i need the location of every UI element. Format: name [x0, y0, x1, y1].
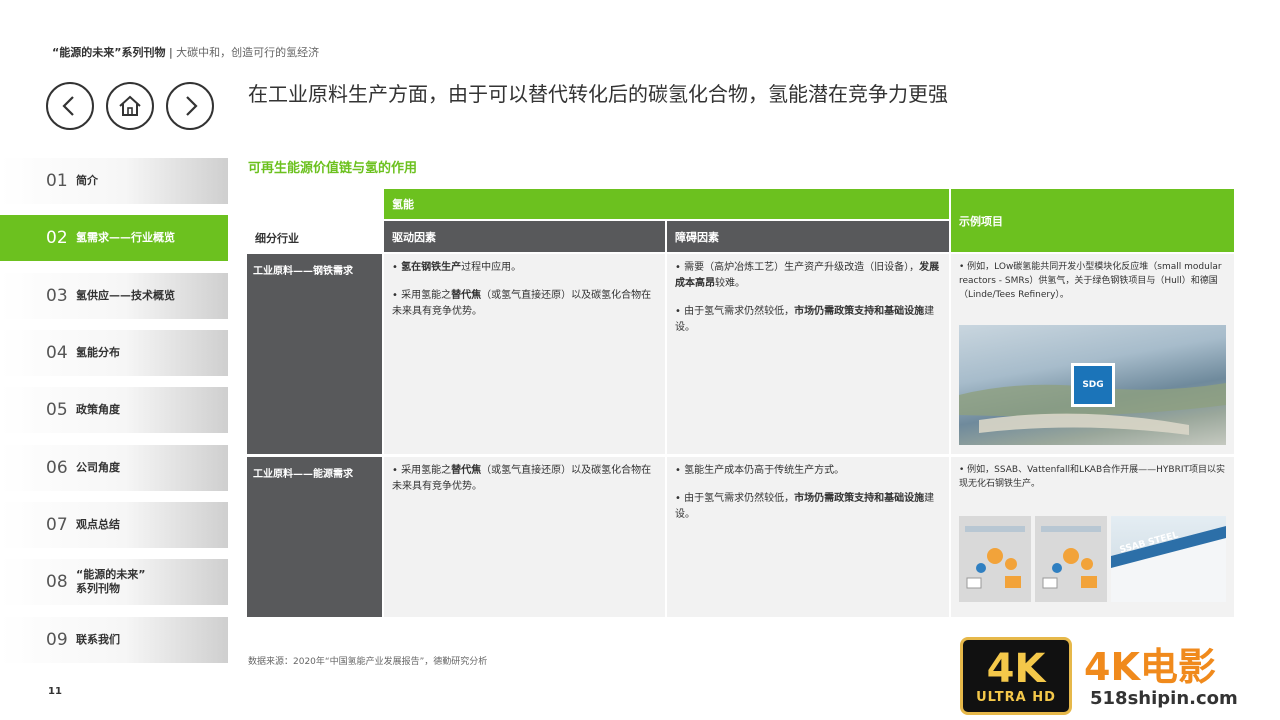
process-diagram-icon [1041, 526, 1101, 589]
sidebar-item-contact[interactable]: 09 联系我们 [0, 617, 228, 663]
barrier-point: • 氢能生产成本仍高于传统生产方式。 [675, 465, 845, 476]
barrier-point: • 由于氢气需求仍然较低，市场仍需政策支持和基础设施建设。 [675, 493, 935, 520]
watermark-4k: 4K [986, 645, 1046, 692]
sidebar-item-label: 氢能分布 [76, 346, 120, 359]
sidebar-item-label: 联系我们 [76, 633, 120, 646]
source-footnote: 数据来源：2020年“中国氢能产业发展报告”，德勤研究分析 [248, 657, 488, 667]
section-title: 可再生能源价值链与氢的作用 [248, 161, 418, 176]
sidebar-item-distribution[interactable]: 04 氢能分布 [0, 330, 228, 376]
sidebar-item-demand[interactable]: 02 氢需求——行业概览 [0, 215, 228, 261]
sidebar-item-summary[interactable]: 07 观点总结 [0, 502, 228, 548]
driver-point: • 氢在钢铁生产过程中应用。 [392, 262, 522, 273]
driver-cell: • 采用氢能之替代焦（或氢气直接还原）以及碳氢化合物在未来具有竞争优势。 [384, 457, 665, 617]
driver-header: 驱动因素 [384, 221, 665, 252]
sidebar-item-label: 公司角度 [76, 461, 120, 474]
diagram-thumbnail [959, 516, 1031, 602]
watermark-text: 4K电影 [1084, 645, 1216, 689]
group-header: 氢能 [384, 189, 949, 219]
watermark-ultra-hd: ULTRA HD [976, 689, 1056, 705]
harbor-photo: SDG [959, 325, 1226, 445]
barrier-cell: • 氢能生产成本仍高于传统生产方式。 • 由于氢气需求仍然较低，市场仍需政策支持… [667, 457, 949, 617]
barrier-cell: • 需要（高炉冶炼工艺）生产资产升级改造（旧设备），发展成本高昂较难。 • 由于… [667, 254, 949, 454]
barrier-point: • 由于氢气需求仍然较低，市场仍需政策支持和基础设施建设。 [675, 306, 935, 333]
sidebar-item-label: 简介 [76, 174, 98, 187]
steel-plant-photo: SSAB STEEL [1111, 516, 1226, 602]
watermark-badge: 4K ULTRA HD [960, 637, 1072, 715]
example-header: 示例项目 [951, 189, 1234, 252]
sidebar-item-number: 05 [46, 400, 68, 420]
series-subtitle: 大碳中和，创造可行的氢经济 [176, 46, 320, 59]
sidebar-item-number: 01 [46, 171, 68, 191]
sidebar-item-number: 07 [46, 515, 68, 535]
example-text: • 例如，SSAB、Vattenfall和LKAB合作开展——HYBRIT项目以… [959, 465, 1225, 489]
forward-button[interactable] [166, 82, 214, 130]
page-number: 11 [48, 686, 62, 697]
chevron-left-icon [62, 96, 74, 116]
example-text: • 例如，LOw碳氢能共同开发小型模块化反应堆（small modular re… [959, 262, 1222, 300]
subsector-header: 细分行业 [255, 231, 299, 245]
sidebar-item-number: 04 [46, 343, 68, 363]
series-header: “能源的未来”系列刊物 | 大碳中和，创造可行的氢经济 [52, 44, 319, 60]
row-label: 工业原料——能源需求 [247, 457, 382, 617]
chevron-right-icon [186, 96, 198, 116]
sidebar-item-number: 06 [46, 458, 68, 478]
sdg-logo: SDG [1071, 363, 1115, 407]
sidebar-item-number: 08 [46, 572, 68, 592]
sidebar-item-label: “能源的未来” 系列刊物 [76, 568, 146, 595]
steel-building-graphic [1111, 526, 1226, 602]
sidebar-item-company[interactable]: 06 公司角度 [0, 445, 228, 491]
series-separator: | [165, 46, 177, 59]
sidebar-item-number: 03 [46, 286, 68, 306]
sidebar-item-supply[interactable]: 03 氢供应——技术概览 [0, 273, 228, 319]
driver-point: • 采用氢能之替代焦（或氢气直接还原）以及碳氢化合物在未来具有竞争优势。 [392, 465, 652, 492]
sidebar-item-number: 02 [46, 228, 68, 248]
sidebar-item-label: 政策角度 [76, 403, 120, 416]
driver-point: • 采用氢能之替代焦（或氢气直接还原）以及碳氢化合物在未来具有竞争优势。 [392, 290, 652, 317]
diagram-thumbnail [1035, 516, 1107, 602]
sidebar-item-series[interactable]: 08 “能源的未来” 系列刊物 [0, 559, 228, 605]
driver-cell: • 氢在钢铁生产过程中应用。 • 采用氢能之替代焦（或氢气直接还原）以及碳氢化合… [384, 254, 665, 454]
watermark-url: 518shipin.com [1090, 688, 1238, 709]
barrier-point: • 需要（高炉冶炼工艺）生产资产升级改造（旧设备），发展成本高昂较难。 [675, 262, 940, 289]
page-title: 在工业原料生产方面，由于可以替代转化后的碳氢化合物，氢能潜在竞争力更强 [248, 82, 948, 106]
row-label: 工业原料——钢铁需求 [247, 254, 382, 454]
process-diagram-icon [965, 526, 1025, 589]
sidebar-item-label: 氢需求——行业概览 [76, 231, 175, 244]
barrier-header: 障碍因素 [667, 221, 949, 252]
series-title: “能源的未来”系列刊物 [52, 46, 166, 59]
sidebar-item-intro[interactable]: 01 简介 [0, 158, 228, 204]
value-chain-table: 氢能 示例项目 细分行业 驱动因素 障碍因素 工业原料——钢铁需求 • 氢在钢铁… [247, 189, 1234, 617]
sidebar-item-label: 观点总结 [76, 518, 120, 531]
home-button[interactable] [106, 82, 154, 130]
home-icon [119, 95, 141, 116]
sidebar-item-policy[interactable]: 05 政策角度 [0, 387, 228, 433]
sidebar-item-number: 09 [46, 630, 68, 650]
sidebar-item-label: 氢供应——技术概览 [76, 289, 175, 302]
back-button[interactable] [46, 82, 94, 130]
